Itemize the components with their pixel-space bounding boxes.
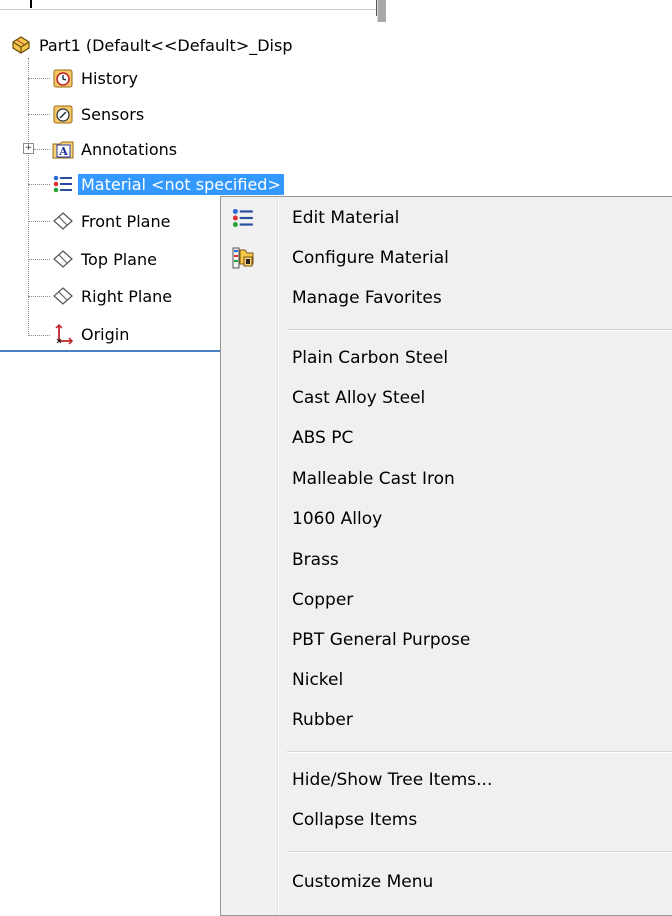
- menu-separator: [287, 751, 672, 753]
- menu-item-label: Nickel: [292, 670, 344, 690]
- plane-icon: [52, 248, 74, 270]
- plane-icon: [52, 285, 74, 307]
- menu-item-manage-favorites[interactable]: Manage Favorites: [223, 280, 663, 316]
- tree-item-label: Origin: [81, 324, 130, 344]
- menu-item-hide-show-tree-items[interactable]: Hide/Show Tree Items...: [223, 762, 663, 798]
- menu-item-1060-alloy[interactable]: 1060 Alloy: [223, 501, 663, 537]
- tree-item-label: Right Plane: [81, 286, 173, 306]
- menu-item-label: Brass: [292, 550, 339, 570]
- tree-connector-line: [28, 259, 50, 260]
- tree-item-sensors[interactable]: Sensors: [52, 101, 147, 127]
- menu-item-copper[interactable]: Copper: [223, 582, 663, 618]
- panel-top-divider: [0, 0, 378, 10]
- tree-item-part1[interactable]: Part1 (Default<<Default>_Disp: [10, 32, 296, 58]
- tree-item-label: History: [81, 68, 138, 88]
- origin-icon: [52, 323, 74, 345]
- plane-icon: [52, 210, 74, 232]
- menu-item-brass[interactable]: Brass: [223, 542, 663, 578]
- tree-item-label: Part1 (Default<<Default>_Disp: [39, 35, 293, 55]
- menu-item-collapse-items[interactable]: Collapse Items: [223, 802, 663, 838]
- tree-connector-line: [28, 184, 50, 185]
- sensors-icon: [52, 103, 74, 125]
- menu-separator: [287, 851, 672, 853]
- menu-item-pbt-general-purpose[interactable]: PBT General Purpose: [223, 622, 663, 658]
- tree-item-right-plane[interactable]: Right Plane: [52, 283, 175, 309]
- tree-item-label: Top Plane: [81, 249, 157, 269]
- tree-item-material[interactable]: Material <not specified>: [52, 171, 284, 197]
- tree-item-label: Annotations: [81, 139, 178, 159]
- panel-right-edge: [377, 0, 386, 22]
- tree-item-annotations[interactable]: A Annotations: [52, 136, 180, 162]
- tree-connector-line: [28, 114, 50, 115]
- menu-item-label: Collapse Items: [292, 810, 418, 830]
- material-icon: [52, 173, 74, 195]
- annotations-icon: A: [52, 138, 74, 160]
- tree-connector-line: [28, 296, 50, 297]
- menu-item-configure-material[interactable]: Configure Material: [223, 240, 663, 276]
- tree-connector-line: [28, 221, 50, 222]
- menu-item-malleable-cast-iron[interactable]: Malleable Cast Iron: [223, 461, 663, 497]
- tree-connector-line: [34, 149, 50, 150]
- tree-item-label: Front Plane: [81, 211, 171, 231]
- configure-material-icon: [229, 244, 257, 272]
- material-context-menu: Edit Material Configure Material Manage …: [220, 196, 672, 916]
- tree-connector-line: [28, 58, 29, 336]
- menu-item-label: Customize Menu: [292, 872, 434, 892]
- expand-annotations-button[interactable]: +: [23, 143, 34, 154]
- menu-item-plain-carbon-steel[interactable]: Plain Carbon Steel: [223, 340, 663, 376]
- menu-item-label: Plain Carbon Steel: [292, 348, 449, 368]
- material-icon: [229, 204, 257, 232]
- tree-item-history[interactable]: History: [52, 65, 141, 91]
- tree-connector-line: [28, 78, 50, 79]
- menu-item-abs-pc[interactable]: ABS PC: [223, 420, 663, 456]
- menu-item-label: Malleable Cast Iron: [292, 469, 455, 489]
- history-icon: [52, 67, 74, 89]
- menu-item-label: PBT General Purpose: [292, 630, 471, 650]
- tree-item-top-plane[interactable]: Top Plane: [52, 246, 160, 272]
- part-icon: [10, 34, 32, 56]
- menu-item-customize-menu[interactable]: Customize Menu: [223, 864, 663, 900]
- tree-item-origin[interactable]: Origin: [52, 321, 132, 347]
- menu-item-label: Hide/Show Tree Items...: [292, 770, 493, 790]
- svg-text:A: A: [58, 145, 68, 158]
- menu-item-nickel[interactable]: Nickel: [223, 662, 663, 698]
- menu-item-cast-alloy-steel[interactable]: Cast Alloy Steel: [223, 380, 663, 416]
- menu-item-label: 1060 Alloy: [292, 509, 383, 529]
- menu-item-label: ABS PC: [292, 428, 354, 448]
- tree-item-label: Material <not specified>: [78, 173, 284, 195]
- menu-item-label: Manage Favorites: [292, 288, 442, 308]
- menu-item-label: Copper: [292, 590, 354, 610]
- menu-item-label: Cast Alloy Steel: [292, 388, 426, 408]
- menu-item-edit-material[interactable]: Edit Material: [223, 200, 663, 236]
- tree-item-label: Sensors: [81, 104, 145, 124]
- menu-separator: [287, 329, 672, 331]
- menu-item-label: Edit Material: [292, 208, 400, 228]
- panel-top-tick: [30, 0, 32, 8]
- tree-item-front-plane[interactable]: Front Plane: [52, 208, 173, 234]
- tree-connector-line: [28, 335, 50, 336]
- menu-item-label: Rubber: [292, 710, 353, 730]
- menu-item-label: Configure Material: [292, 248, 449, 268]
- menu-item-rubber[interactable]: Rubber: [223, 702, 663, 738]
